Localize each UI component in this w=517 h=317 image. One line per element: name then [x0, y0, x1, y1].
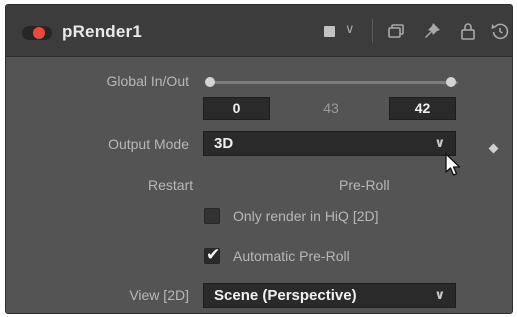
view-2d-value: Scene (Perspective) — [214, 287, 357, 304]
output-mode-label: Output Mode — [108, 136, 189, 152]
global-inout-range-slider[interactable] — [212, 81, 458, 84]
only-render-hiq-checkbox[interactable] — [204, 208, 220, 224]
node-name: pRender1 — [62, 22, 143, 41]
inspector-panel: pRender1 ∨ Global In/Out 0 43 42 Output … — [5, 4, 513, 314]
automatic-pre-roll-label: Automatic Pre-Roll — [233, 248, 350, 264]
versions-icon[interactable] — [386, 21, 406, 41]
automatic-pre-roll-checkbox[interactable]: ✔ — [204, 245, 221, 265]
view-2d-dropdown[interactable]: Scene (Perspective) ∨ — [203, 283, 456, 308]
header-divider — [372, 19, 373, 43]
pin-icon[interactable] — [422, 21, 442, 41]
panel-header: pRender1 ∨ — [6, 5, 512, 57]
output-mode-dropdown[interactable]: 3D ∨ — [203, 131, 456, 156]
chevron-down-icon[interactable]: ∨ — [345, 22, 355, 37]
only-render-hiq-label: Only render in HiQ [2D] — [233, 208, 379, 224]
view-2d-label: View [2D] — [129, 287, 189, 303]
toggle-knob — [33, 27, 45, 39]
node-enable-toggle[interactable] — [22, 26, 52, 40]
check-icon: ✔ — [206, 245, 221, 265]
global-mid-value: 43 — [323, 100, 339, 116]
tab-restart[interactable]: Restart — [148, 177, 193, 193]
range-start-handle[interactable] — [205, 77, 215, 87]
keyframe-diamond-icon[interactable] — [488, 143, 499, 154]
output-mode-value: 3D — [214, 135, 234, 152]
lock-icon[interactable] — [458, 21, 478, 41]
global-inout-label: Global In/Out — [106, 73, 190, 89]
chevron-down-icon: ∨ — [434, 288, 445, 303]
color-chip-icon[interactable] — [324, 26, 335, 37]
global-out-field[interactable]: 42 — [389, 97, 456, 120]
reset-icon[interactable] — [490, 21, 510, 41]
mouse-cursor-icon — [445, 153, 461, 176]
chevron-down-icon: ∨ — [434, 136, 445, 151]
global-in-field[interactable]: 0 — [203, 97, 270, 120]
range-end-handle[interactable] — [446, 77, 456, 87]
tab-pre-roll[interactable]: Pre-Roll — [339, 177, 390, 193]
